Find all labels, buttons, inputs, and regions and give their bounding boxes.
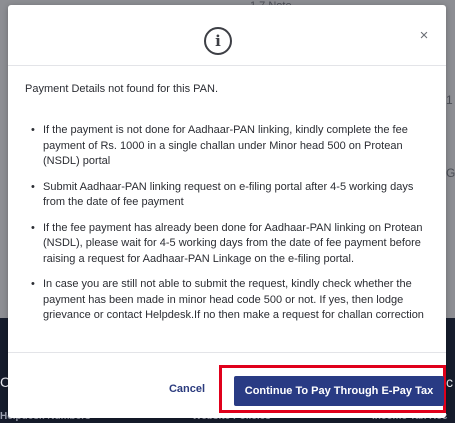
instruction-list: If the payment is not done for Aadhaar-P… [24, 123, 449, 334]
list-item: In case you are still not able to submit… [31, 277, 449, 324]
info-icon: i [204, 27, 232, 55]
list-item: If the payment is not done for Aadhaar-P… [31, 123, 449, 170]
footer-fragment: c [446, 374, 453, 390]
dialog-divider [8, 65, 446, 66]
list-item: If the fee payment has already been done… [31, 221, 449, 268]
list-item: Submit Aadhaar-PAN linking request on e-… [31, 180, 449, 211]
close-button[interactable]: × [414, 25, 434, 45]
dialog-divider [8, 352, 446, 353]
cancel-button[interactable]: Cancel [162, 380, 212, 398]
payment-not-found-dialog: i × Payment Details not found for this P… [8, 5, 446, 418]
background-fragment: 1 [446, 93, 453, 107]
continue-to-pay-button[interactable]: Continue To Pay Through E-Pay Tax [234, 376, 444, 406]
dialog-message: Payment Details not found for this PAN. [25, 83, 218, 95]
